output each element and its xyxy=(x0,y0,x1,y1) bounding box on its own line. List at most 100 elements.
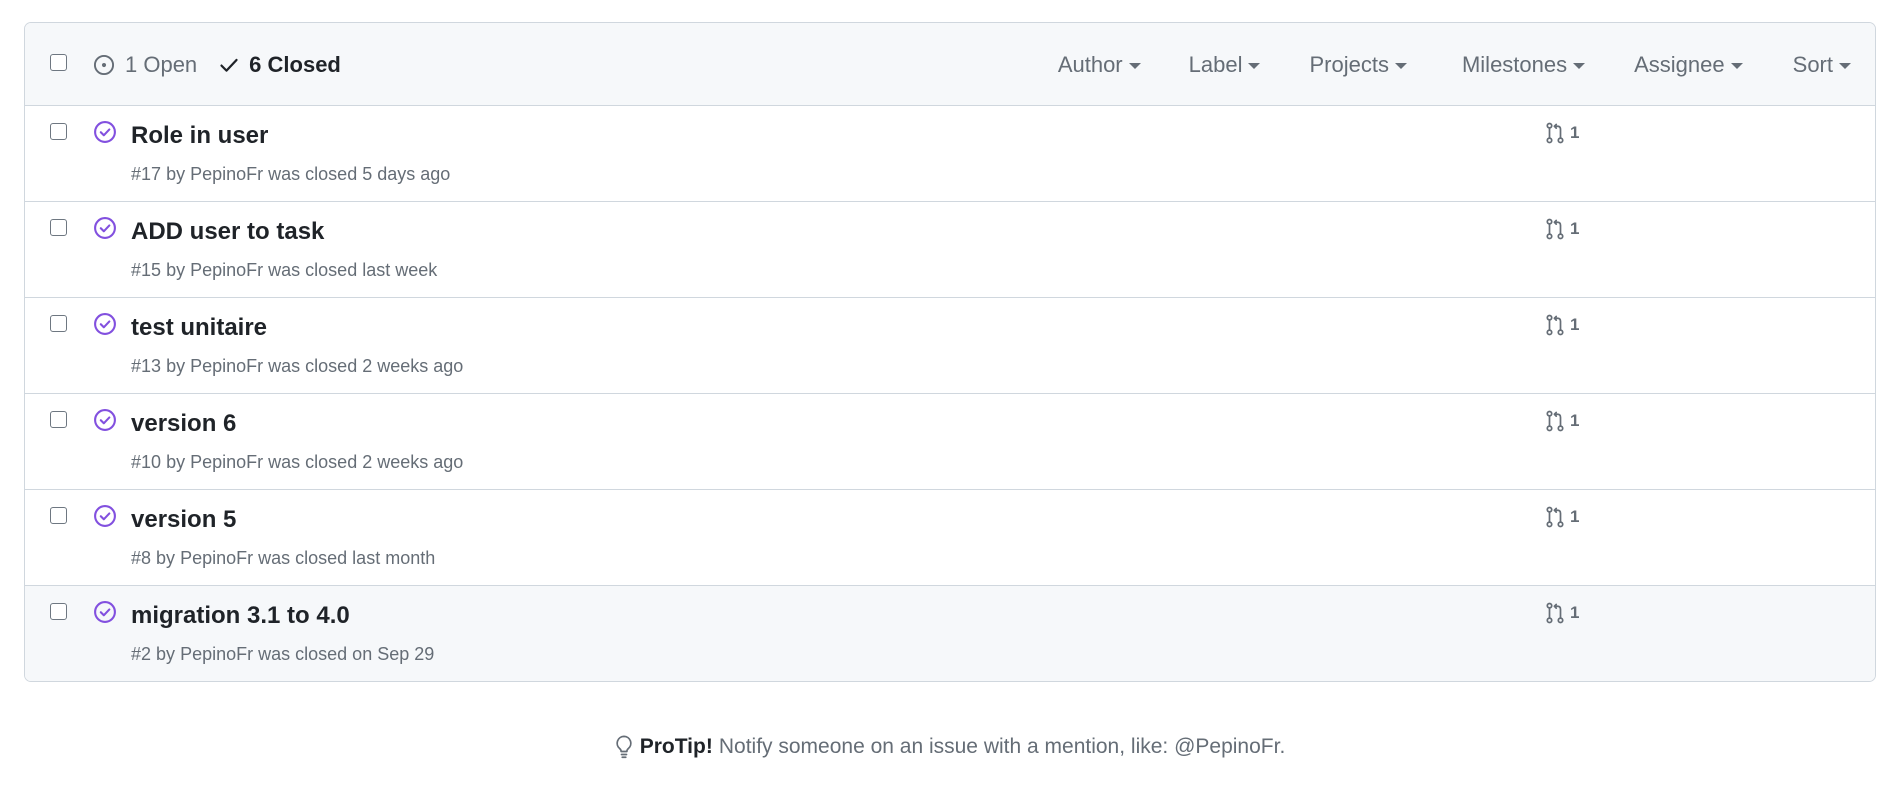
issue-title-link[interactable]: test unitaire xyxy=(131,314,267,342)
issue-closed-icon xyxy=(94,313,116,335)
triangle-down-icon xyxy=(1128,63,1141,69)
issues-list: 1 Open 6 Closed Author Label Projects Mi… xyxy=(24,22,1876,682)
issue-title-link[interactable]: ADD user to task xyxy=(131,218,324,246)
linked-pr-link[interactable]: 1 xyxy=(1545,602,1579,624)
linked-pr-count: 1 xyxy=(1570,507,1580,526)
issue-author-link[interactable]: PepinoFr xyxy=(190,452,263,472)
triangle-down-icon xyxy=(1573,63,1586,69)
linked-pr-count: 1 xyxy=(1570,315,1580,334)
projects-filter[interactable]: Projects xyxy=(1309,51,1407,78)
milestones-filter-label: Milestones xyxy=(1461,51,1568,77)
open-issues-tab[interactable]: 1 Open xyxy=(93,52,197,78)
protip-text: Notify someone on an issue with a mentio… xyxy=(718,735,1286,758)
issue-author-link[interactable]: PepinoFr xyxy=(180,548,253,568)
issue-number: #13 xyxy=(131,356,162,376)
issue-meta: #10 by PepinoFr was closed 2 weeks ago xyxy=(131,452,463,473)
issue-row: version 6 #10 by PepinoFr was closed 2 w… xyxy=(25,394,1875,490)
issue-author-link[interactable]: PepinoFr xyxy=(180,644,253,664)
linked-pr-count: 1 xyxy=(1570,219,1580,238)
issue-closed-icon xyxy=(94,505,116,527)
issue-by: by xyxy=(166,260,186,280)
issue-row: migration 3.1 to 4.0 #2 by PepinoFr was … xyxy=(25,586,1875,681)
closed-issues-tab[interactable]: 6 Closed xyxy=(219,52,341,78)
issue-checkbox[interactable] xyxy=(50,603,67,620)
git-pull-request-icon xyxy=(1546,410,1564,432)
issue-title-link[interactable]: version 5 xyxy=(131,506,236,534)
triangle-down-icon xyxy=(1394,63,1407,69)
issue-closed-icon xyxy=(94,121,116,143)
linked-pr-link[interactable]: 1 xyxy=(1545,122,1579,144)
issues-list-header: 1 Open 6 Closed Author Label Projects Mi… xyxy=(25,23,1875,106)
git-pull-request-icon xyxy=(1546,506,1564,528)
sort-filter-label: Sort xyxy=(1792,51,1833,77)
select-all-checkbox[interactable] xyxy=(50,54,67,71)
issue-checkbox[interactable] xyxy=(50,123,67,140)
issue-meta: #15 by PepinoFr was closed last week xyxy=(131,260,437,281)
issue-by: by xyxy=(166,356,186,376)
issue-checkbox[interactable] xyxy=(50,315,67,332)
linked-pr-count: 1 xyxy=(1570,411,1580,430)
projects-filter-label: Projects xyxy=(1309,51,1389,77)
issue-number: #10 xyxy=(131,452,162,472)
linked-pr-count: 1 xyxy=(1570,603,1580,622)
issue-title-link[interactable]: Role in user xyxy=(131,122,268,150)
issue-meta: #17 by PepinoFr was closed 5 days ago xyxy=(131,164,450,185)
issue-row: Role in user #17 by PepinoFr was closed … xyxy=(25,106,1875,202)
issue-checkbox[interactable] xyxy=(50,507,67,524)
issue-number: #15 xyxy=(131,260,162,280)
issue-status-text: was closed last week xyxy=(268,260,438,280)
issue-status-text: was closed on Sep 29 xyxy=(258,644,435,664)
issue-title-link[interactable]: version 6 xyxy=(131,410,236,438)
issue-by: by xyxy=(156,644,176,664)
git-pull-request-icon xyxy=(1546,218,1564,240)
protip: ProTip! Notify someone on an issue with … xyxy=(0,734,1899,766)
issue-row: version 5 #8 by PepinoFr was closed last… xyxy=(25,490,1875,586)
label-filter[interactable]: Label xyxy=(1189,52,1261,78)
issue-status-text: was closed 2 weeks ago xyxy=(268,356,464,376)
issue-by: by xyxy=(166,164,186,184)
issue-opened-icon xyxy=(93,54,115,75)
issue-row: ADD user to task #15 by PepinoFr was clo… xyxy=(25,202,1875,298)
issue-meta: #2 by PepinoFr was closed on Sep 29 xyxy=(131,644,434,665)
issue-author-link[interactable]: PepinoFr xyxy=(190,356,263,376)
issue-checkbox[interactable] xyxy=(50,411,67,428)
assignee-filter-label: Assignee xyxy=(1634,51,1725,77)
linked-pr-link[interactable]: 1 xyxy=(1545,314,1579,336)
protip-label: ProTip! xyxy=(639,735,713,758)
issue-closed-icon xyxy=(94,601,116,623)
issue-by: by xyxy=(156,548,176,568)
git-pull-request-icon xyxy=(1546,314,1564,336)
linked-pr-count: 1 xyxy=(1570,123,1580,142)
issue-meta: #8 by PepinoFr was closed last month xyxy=(131,548,435,569)
check-icon xyxy=(220,58,238,72)
issue-number: #8 xyxy=(131,548,152,568)
issue-title-link[interactable]: migration 3.1 to 4.0 xyxy=(131,602,350,630)
issue-status-text: was closed 5 days ago xyxy=(268,164,451,184)
open-count-label: 1 Open xyxy=(125,51,198,77)
git-pull-request-icon xyxy=(1546,122,1564,144)
label-filter-label: Label xyxy=(1188,51,1243,77)
author-filter-label: Author xyxy=(1057,51,1123,77)
triangle-down-icon xyxy=(1839,63,1851,69)
linked-pr-link[interactable]: 1 xyxy=(1545,506,1579,528)
issue-checkbox[interactable] xyxy=(50,219,67,236)
linked-pr-link[interactable]: 1 xyxy=(1545,218,1579,240)
closed-count-label: 6 Closed xyxy=(249,51,341,77)
sort-filter[interactable]: Sort xyxy=(1793,52,1851,78)
milestones-filter[interactable]: Milestones xyxy=(1461,51,1586,78)
linked-pr-link[interactable]: 1 xyxy=(1545,410,1579,432)
issue-number: #17 xyxy=(131,164,162,184)
issue-by: by xyxy=(166,452,186,472)
author-filter[interactable]: Author xyxy=(1058,52,1141,78)
issue-meta: #13 by PepinoFr was closed 2 weeks ago xyxy=(131,356,463,377)
issue-closed-icon xyxy=(94,409,116,431)
light-bulb-icon xyxy=(616,735,632,759)
triangle-down-icon xyxy=(1248,63,1261,69)
git-pull-request-icon xyxy=(1546,602,1564,624)
issue-author-link[interactable]: PepinoFr xyxy=(190,260,263,280)
issue-status-text: was closed 2 weeks ago xyxy=(268,452,464,472)
issue-row: test unitaire #13 by PepinoFr was closed… xyxy=(25,298,1875,394)
assignee-filter[interactable]: Assignee xyxy=(1634,52,1743,78)
issue-author-link[interactable]: PepinoFr xyxy=(190,164,263,184)
filter-bar: Author Label Projects Milestones Assigne… xyxy=(1058,23,1875,106)
